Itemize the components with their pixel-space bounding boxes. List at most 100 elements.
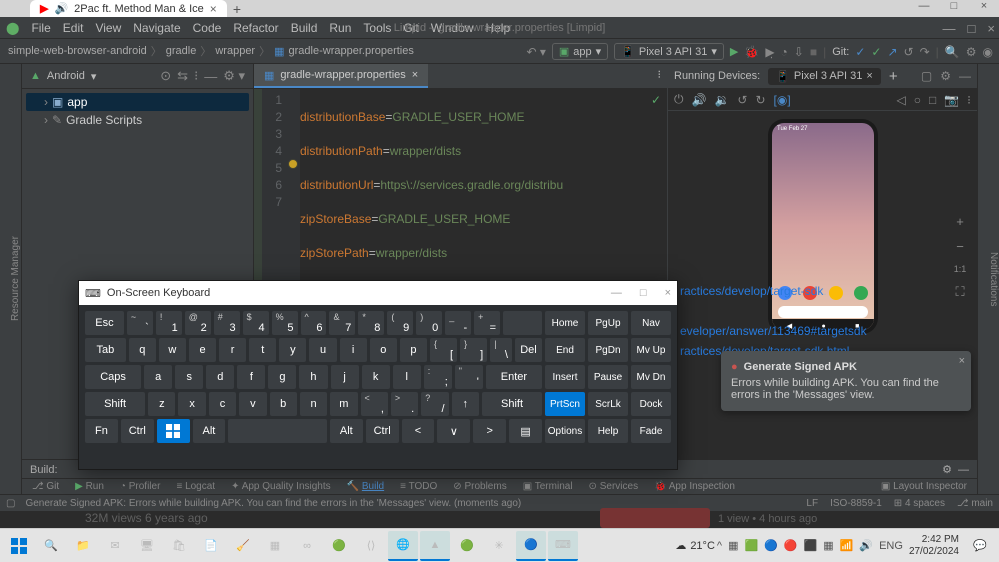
key-pgup[interactable]: PgUp — [588, 311, 628, 335]
power-icon[interactable]: ⏻ — [674, 92, 684, 107]
device-selector[interactable]: 📱Pixel 3 API 31 ▾ — [614, 43, 724, 60]
minimize-icon[interactable]: — — [943, 21, 956, 36]
key-a[interactable]: a — [144, 365, 172, 389]
key-h[interactable]: h — [299, 365, 327, 389]
tool-app-inspection[interactable]: 🐞 App Inspection — [654, 481, 735, 492]
key-mv-dn[interactable]: Mv Dn — [631, 365, 671, 389]
minimize-icon[interactable]: — — [909, 0, 939, 17]
tool-profiler[interactable]: ◔ Profiler — [120, 481, 161, 492]
close-icon[interactable]: × — [412, 69, 418, 81]
key-nav[interactable]: Nav — [631, 311, 671, 335]
start-button[interactable] — [4, 531, 34, 561]
key-v[interactable]: v — [239, 392, 266, 416]
key-end[interactable]: End — [545, 338, 585, 362]
tool-resource-manager[interactable]: Resource Manager — [10, 236, 21, 321]
key-tab[interactable]: Tab — [85, 338, 126, 362]
word-icon[interactable]: 📄 — [196, 531, 226, 561]
menu-run[interactable]: Run — [329, 21, 351, 35]
home-icon[interactable]: ○ — [914, 93, 921, 107]
speaker-icon[interactable]: 🔊 — [859, 539, 873, 552]
key-j[interactable]: j — [331, 365, 359, 389]
key-m[interactable]: m — [330, 392, 357, 416]
yt-thumbnail[interactable] — [600, 508, 710, 528]
options-icon[interactable]: ⁝ — [194, 68, 198, 84]
key-help[interactable]: Help — [588, 419, 628, 443]
key--6[interactable]: ^6 — [301, 311, 327, 335]
project-view-mode[interactable]: Android — [47, 70, 85, 82]
key--[interactable]: "' — [455, 365, 483, 389]
clock[interactable]: 2:42 PM27/02/2024 — [905, 534, 963, 558]
key-k[interactable]: k — [362, 365, 390, 389]
key--[interactable]: }] — [460, 338, 487, 362]
key--4[interactable]: $4 — [243, 311, 269, 335]
key--[interactable]: ?/ — [421, 392, 448, 416]
browser-icon[interactable]: 🖥 — [132, 531, 162, 561]
key-ctrl[interactable]: Ctrl — [366, 419, 399, 443]
project-tree[interactable]: ›▣app ›✎Gradle Scripts — [22, 89, 253, 133]
key-fn[interactable]: Fn — [85, 419, 118, 443]
menu-view[interactable]: View — [95, 21, 121, 35]
more-icon[interactable]: ⁝ — [967, 93, 971, 107]
key-alt[interactable]: Alt — [193, 419, 226, 443]
chrome-icon[interactable]: 🔵 — [516, 531, 546, 561]
status-line-ending[interactable]: LF — [806, 498, 818, 509]
key-alt[interactable]: Alt — [330, 419, 363, 443]
key--[interactable]: >. — [391, 392, 418, 416]
maximize-icon[interactable]: □ — [939, 0, 969, 17]
zoom-out-button[interactable]: − — [956, 239, 964, 254]
minimize-icon[interactable]: — — [611, 287, 622, 299]
tool-logcat[interactable]: ≡ Logcat — [176, 481, 215, 492]
osk-taskbar-icon[interactable]: ⌨ — [548, 531, 578, 561]
key-s[interactable]: s — [175, 365, 203, 389]
key-pgdn[interactable]: PgDn — [588, 338, 628, 362]
lang-indicator[interactable]: ENG — [879, 540, 903, 552]
key-menu[interactable]: ▤ — [509, 419, 542, 443]
key-home[interactable]: Home — [545, 311, 585, 335]
key-space[interactable] — [228, 419, 327, 443]
key-options[interactable]: Options — [545, 419, 585, 443]
menu-file[interactable]: File — [31, 21, 50, 35]
key-w[interactable]: w — [159, 338, 186, 362]
key--0[interactable]: )0 — [416, 311, 442, 335]
ccleaner-icon[interactable]: 🧹 — [228, 531, 258, 561]
calendar-icon[interactable]: ▦ — [260, 531, 290, 561]
hide-icon[interactable]: — — [958, 464, 969, 476]
key-fade[interactable]: Fade — [631, 419, 671, 443]
run-button[interactable]: ▶ — [730, 45, 738, 58]
tool-terminal[interactable]: ▣ Terminal — [523, 481, 573, 492]
menu-edit[interactable]: Edit — [63, 21, 84, 35]
settings-icon[interactable]: ⚙ — [940, 69, 951, 83]
key-g[interactable]: g — [268, 365, 296, 389]
key-u[interactable]: u — [309, 338, 336, 362]
git-push-icon[interactable]: ↗ — [887, 45, 897, 59]
close-icon[interactable]: × — [959, 355, 965, 367]
settings-icon[interactable]: ⚙ — [966, 45, 977, 59]
key--[interactable]: ~` — [127, 311, 153, 335]
key-p[interactable]: p — [400, 338, 427, 362]
notifications-icon[interactable]: 💬 — [965, 531, 995, 561]
store-icon[interactable]: 🛍 — [164, 531, 194, 561]
camera-icon[interactable]: 📷 — [944, 93, 959, 107]
key-c[interactable]: c — [209, 392, 236, 416]
key--9[interactable]: (9 — [387, 311, 413, 335]
browser-tab[interactable]: ▶ 🔊 2Pac ft. Method Man & Ice × — [30, 0, 227, 18]
mail-icon[interactable]: ✉ — [100, 531, 130, 561]
key-b[interactable]: b — [270, 392, 297, 416]
key-o[interactable]: o — [370, 338, 397, 362]
debug-button[interactable]: 🐞 — [744, 45, 759, 59]
close-icon[interactable]: × — [987, 21, 995, 36]
visual-studio-icon[interactable]: ∞ — [292, 531, 322, 561]
key--[interactable]: > — [473, 419, 506, 443]
key--[interactable]: :; — [424, 365, 452, 389]
dropdown-icon[interactable]: ▾ — [91, 70, 97, 83]
tool-todo[interactable]: ≡ TODO — [400, 481, 437, 492]
key-windows[interactable] — [157, 419, 190, 443]
key--[interactable]: < — [402, 419, 435, 443]
key-i[interactable]: i — [340, 338, 367, 362]
back-icon[interactable]: ◁ — [896, 93, 905, 107]
coverage-button[interactable]: ▶̣ — [765, 45, 774, 59]
key-e[interactable]: e — [189, 338, 216, 362]
hide-icon[interactable]: — — [959, 69, 971, 83]
attach-debugger-button[interactable]: ⇩ — [794, 45, 804, 59]
file-explorer-icon[interactable]: 📁 — [68, 531, 98, 561]
